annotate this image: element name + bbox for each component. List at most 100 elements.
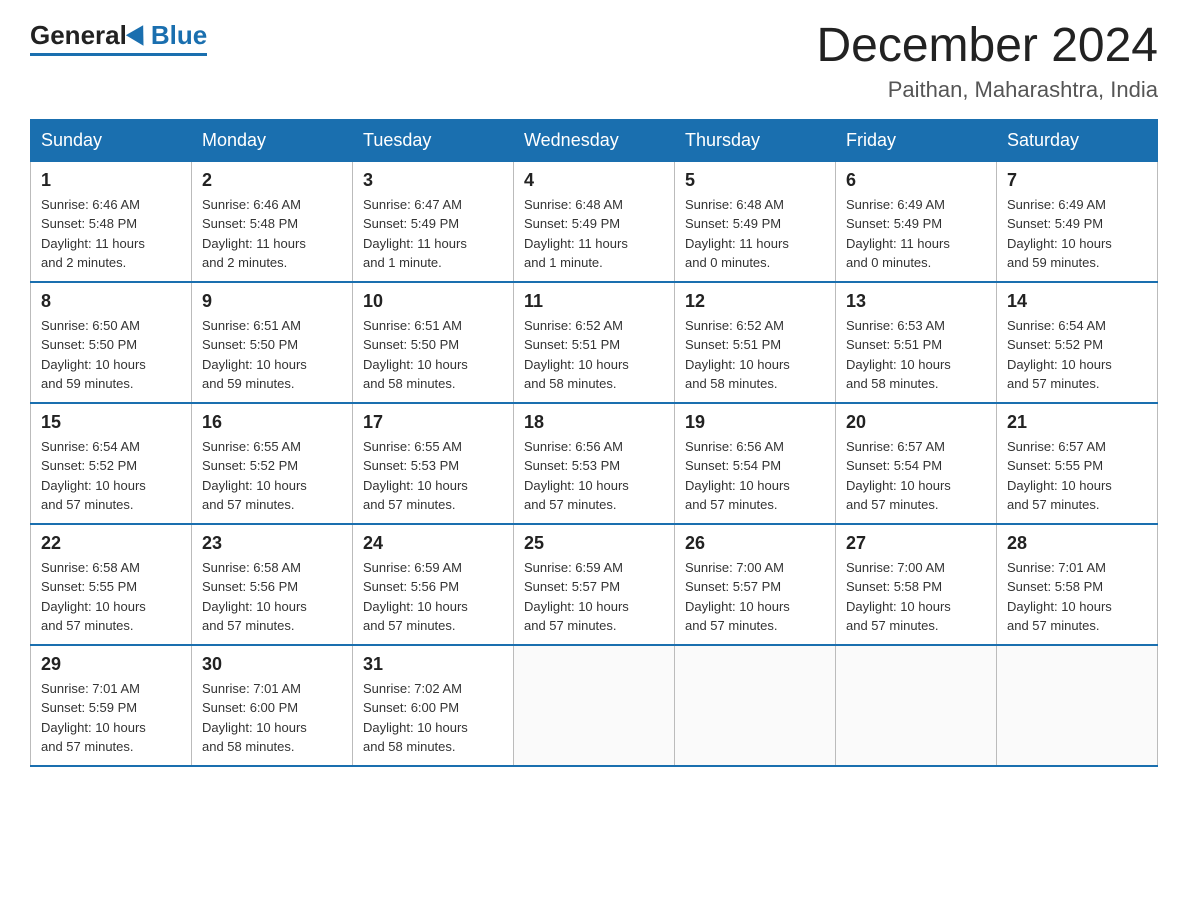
calendar-header-friday: Friday xyxy=(836,119,997,161)
calendar-cell: 31 Sunrise: 7:02 AMSunset: 6:00 PMDayligh… xyxy=(353,645,514,766)
calendar-cell: 18 Sunrise: 6:56 AMSunset: 5:53 PMDayligh… xyxy=(514,403,675,524)
day-info: Sunrise: 6:56 AMSunset: 5:53 PMDaylight:… xyxy=(524,437,664,515)
day-info: Sunrise: 6:49 AMSunset: 5:49 PMDaylight:… xyxy=(846,195,986,273)
location-subtitle: Paithan, Maharashtra, India xyxy=(816,77,1158,103)
day-info: Sunrise: 7:02 AMSunset: 6:00 PMDaylight:… xyxy=(363,679,503,757)
day-info: Sunrise: 6:55 AMSunset: 5:53 PMDaylight:… xyxy=(363,437,503,515)
day-number: 22 xyxy=(41,533,181,554)
day-number: 14 xyxy=(1007,291,1147,312)
calendar-cell: 3Sunrise: 6:47 AMSunset: 5:49 PMDaylight… xyxy=(353,161,514,282)
day-info: Sunrise: 7:00 AMSunset: 5:57 PMDaylight:… xyxy=(685,558,825,636)
calendar-table: SundayMondayTuesdayWednesdayThursdayFrid… xyxy=(30,119,1158,767)
calendar-header-monday: Monday xyxy=(192,119,353,161)
day-number: 28 xyxy=(1007,533,1147,554)
logo-triangle-icon xyxy=(126,25,152,51)
calendar-header-row: SundayMondayTuesdayWednesdayThursdayFrid… xyxy=(31,119,1158,161)
day-info: Sunrise: 6:55 AMSunset: 5:52 PMDaylight:… xyxy=(202,437,342,515)
day-info: Sunrise: 6:49 AMSunset: 5:49 PMDaylight:… xyxy=(1007,195,1147,273)
day-number: 7 xyxy=(1007,170,1147,191)
day-number: 24 xyxy=(363,533,503,554)
calendar-cell xyxy=(997,645,1158,766)
logo-blue-text: Blue xyxy=(151,20,207,51)
day-number: 25 xyxy=(524,533,664,554)
day-number: 23 xyxy=(202,533,342,554)
day-number: 6 xyxy=(846,170,986,191)
day-number: 9 xyxy=(202,291,342,312)
day-number: 13 xyxy=(846,291,986,312)
calendar-week-row: 1 Sunrise: 6:46 AMSunset: 5:48 PMDaylight… xyxy=(31,161,1158,282)
calendar-cell: 1 Sunrise: 6:46 AMSunset: 5:48 PMDaylight… xyxy=(31,161,192,282)
day-info: Sunrise: 6:51 AMSunset: 5:50 PMDaylight:… xyxy=(363,316,503,394)
calendar-cell: 17 Sunrise: 6:55 AMSunset: 5:53 PMDayligh… xyxy=(353,403,514,524)
day-info: Sunrise: 7:00 AMSunset: 5:58 PMDaylight:… xyxy=(846,558,986,636)
calendar-cell: 7 Sunrise: 6:49 AMSunset: 5:49 PMDaylight… xyxy=(997,161,1158,282)
day-number: 15 xyxy=(41,412,181,433)
day-info: Sunrise: 6:58 AMSunset: 5:55 PMDaylight:… xyxy=(41,558,181,636)
day-info: Sunrise: 6:59 AMSunset: 5:57 PMDaylight:… xyxy=(524,558,664,636)
calendar-cell: 6 Sunrise: 6:49 AMSunset: 5:49 PMDaylight… xyxy=(836,161,997,282)
day-info: Sunrise: 7:01 AMSunset: 5:58 PMDaylight:… xyxy=(1007,558,1147,636)
calendar-cell: 22 Sunrise: 6:58 AMSunset: 5:55 PMDayligh… xyxy=(31,524,192,645)
day-info: Sunrise: 6:51 AMSunset: 5:50 PMDaylight:… xyxy=(202,316,342,394)
calendar-cell: 30 Sunrise: 7:01 AMSunset: 6:00 PMDayligh… xyxy=(192,645,353,766)
day-info: Sunrise: 6:48 AMSunset: 5:49 PMDaylight:… xyxy=(524,195,664,273)
day-number: 30 xyxy=(202,654,342,675)
day-info: Sunrise: 6:54 AMSunset: 5:52 PMDaylight:… xyxy=(41,437,181,515)
title-block: December 2024 Paithan, Maharashtra, Indi… xyxy=(816,20,1158,103)
calendar-week-row: 15 Sunrise: 6:54 AMSunset: 5:52 PMDayligh… xyxy=(31,403,1158,524)
day-info: Sunrise: 6:54 AMSunset: 5:52 PMDaylight:… xyxy=(1007,316,1147,394)
day-number: 26 xyxy=(685,533,825,554)
page-header: General Blue December 2024 Paithan, Maha… xyxy=(30,20,1158,103)
calendar-cell: 28 Sunrise: 7:01 AMSunset: 5:58 PMDayligh… xyxy=(997,524,1158,645)
calendar-cell: 29Sunrise: 7:01 AMSunset: 5:59 PMDayligh… xyxy=(31,645,192,766)
calendar-cell: 14 Sunrise: 6:54 AMSunset: 5:52 PMDayligh… xyxy=(997,282,1158,403)
calendar-cell: 16 Sunrise: 6:55 AMSunset: 5:52 PMDayligh… xyxy=(192,403,353,524)
day-number: 29 xyxy=(41,654,181,675)
day-info: Sunrise: 7:01 AMSunset: 6:00 PMDaylight:… xyxy=(202,679,342,757)
day-info: Sunrise: 6:59 AMSunset: 5:56 PMDaylight:… xyxy=(363,558,503,636)
calendar-cell: 19 Sunrise: 6:56 AMSunset: 5:54 PMDayligh… xyxy=(675,403,836,524)
calendar-header-tuesday: Tuesday xyxy=(353,119,514,161)
calendar-cell: 9 Sunrise: 6:51 AMSunset: 5:50 PMDaylight… xyxy=(192,282,353,403)
day-number: 18 xyxy=(524,412,664,433)
day-number: 16 xyxy=(202,412,342,433)
day-info: Sunrise: 6:58 AMSunset: 5:56 PMDaylight:… xyxy=(202,558,342,636)
month-year-title: December 2024 xyxy=(816,20,1158,73)
calendar-week-row: 8 Sunrise: 6:50 AMSunset: 5:50 PMDaylight… xyxy=(31,282,1158,403)
day-info: Sunrise: 6:46 AMSunset: 5:48 PMDaylight:… xyxy=(41,195,181,273)
calendar-cell: 8 Sunrise: 6:50 AMSunset: 5:50 PMDaylight… xyxy=(31,282,192,403)
day-info: Sunrise: 6:56 AMSunset: 5:54 PMDaylight:… xyxy=(685,437,825,515)
calendar-week-row: 22 Sunrise: 6:58 AMSunset: 5:55 PMDayligh… xyxy=(31,524,1158,645)
day-info: Sunrise: 6:50 AMSunset: 5:50 PMDaylight:… xyxy=(41,316,181,394)
day-info: Sunrise: 6:47 AMSunset: 5:49 PMDaylight:… xyxy=(363,195,503,273)
calendar-cell: 5Sunrise: 6:48 AMSunset: 5:49 PMDaylight… xyxy=(675,161,836,282)
calendar-week-row: 29Sunrise: 7:01 AMSunset: 5:59 PMDayligh… xyxy=(31,645,1158,766)
day-number: 1 xyxy=(41,170,181,191)
day-number: 12 xyxy=(685,291,825,312)
calendar-cell xyxy=(675,645,836,766)
day-number: 4 xyxy=(524,170,664,191)
day-number: 8 xyxy=(41,291,181,312)
calendar-header-wednesday: Wednesday xyxy=(514,119,675,161)
day-number: 11 xyxy=(524,291,664,312)
calendar-header-saturday: Saturday xyxy=(997,119,1158,161)
day-info: Sunrise: 6:57 AMSunset: 5:54 PMDaylight:… xyxy=(846,437,986,515)
calendar-cell: 10Sunrise: 6:51 AMSunset: 5:50 PMDayligh… xyxy=(353,282,514,403)
calendar-cell: 13 Sunrise: 6:53 AMSunset: 5:51 PMDayligh… xyxy=(836,282,997,403)
day-number: 20 xyxy=(846,412,986,433)
day-info: Sunrise: 6:57 AMSunset: 5:55 PMDaylight:… xyxy=(1007,437,1147,515)
calendar-cell: 4 Sunrise: 6:48 AMSunset: 5:49 PMDaylight… xyxy=(514,161,675,282)
calendar-cell: 20 Sunrise: 6:57 AMSunset: 5:54 PMDayligh… xyxy=(836,403,997,524)
calendar-cell xyxy=(836,645,997,766)
day-number: 2 xyxy=(202,170,342,191)
day-info: Sunrise: 6:53 AMSunset: 5:51 PMDaylight:… xyxy=(846,316,986,394)
calendar-cell xyxy=(514,645,675,766)
day-info: Sunrise: 6:52 AMSunset: 5:51 PMDaylight:… xyxy=(685,316,825,394)
calendar-cell: 23 Sunrise: 6:58 AMSunset: 5:56 PMDayligh… xyxy=(192,524,353,645)
day-number: 17 xyxy=(363,412,503,433)
day-number: 19 xyxy=(685,412,825,433)
logo-underline xyxy=(30,53,207,56)
day-number: 31 xyxy=(363,654,503,675)
day-info: Sunrise: 6:52 AMSunset: 5:51 PMDaylight:… xyxy=(524,316,664,394)
day-info: Sunrise: 6:46 AMSunset: 5:48 PMDaylight:… xyxy=(202,195,342,273)
